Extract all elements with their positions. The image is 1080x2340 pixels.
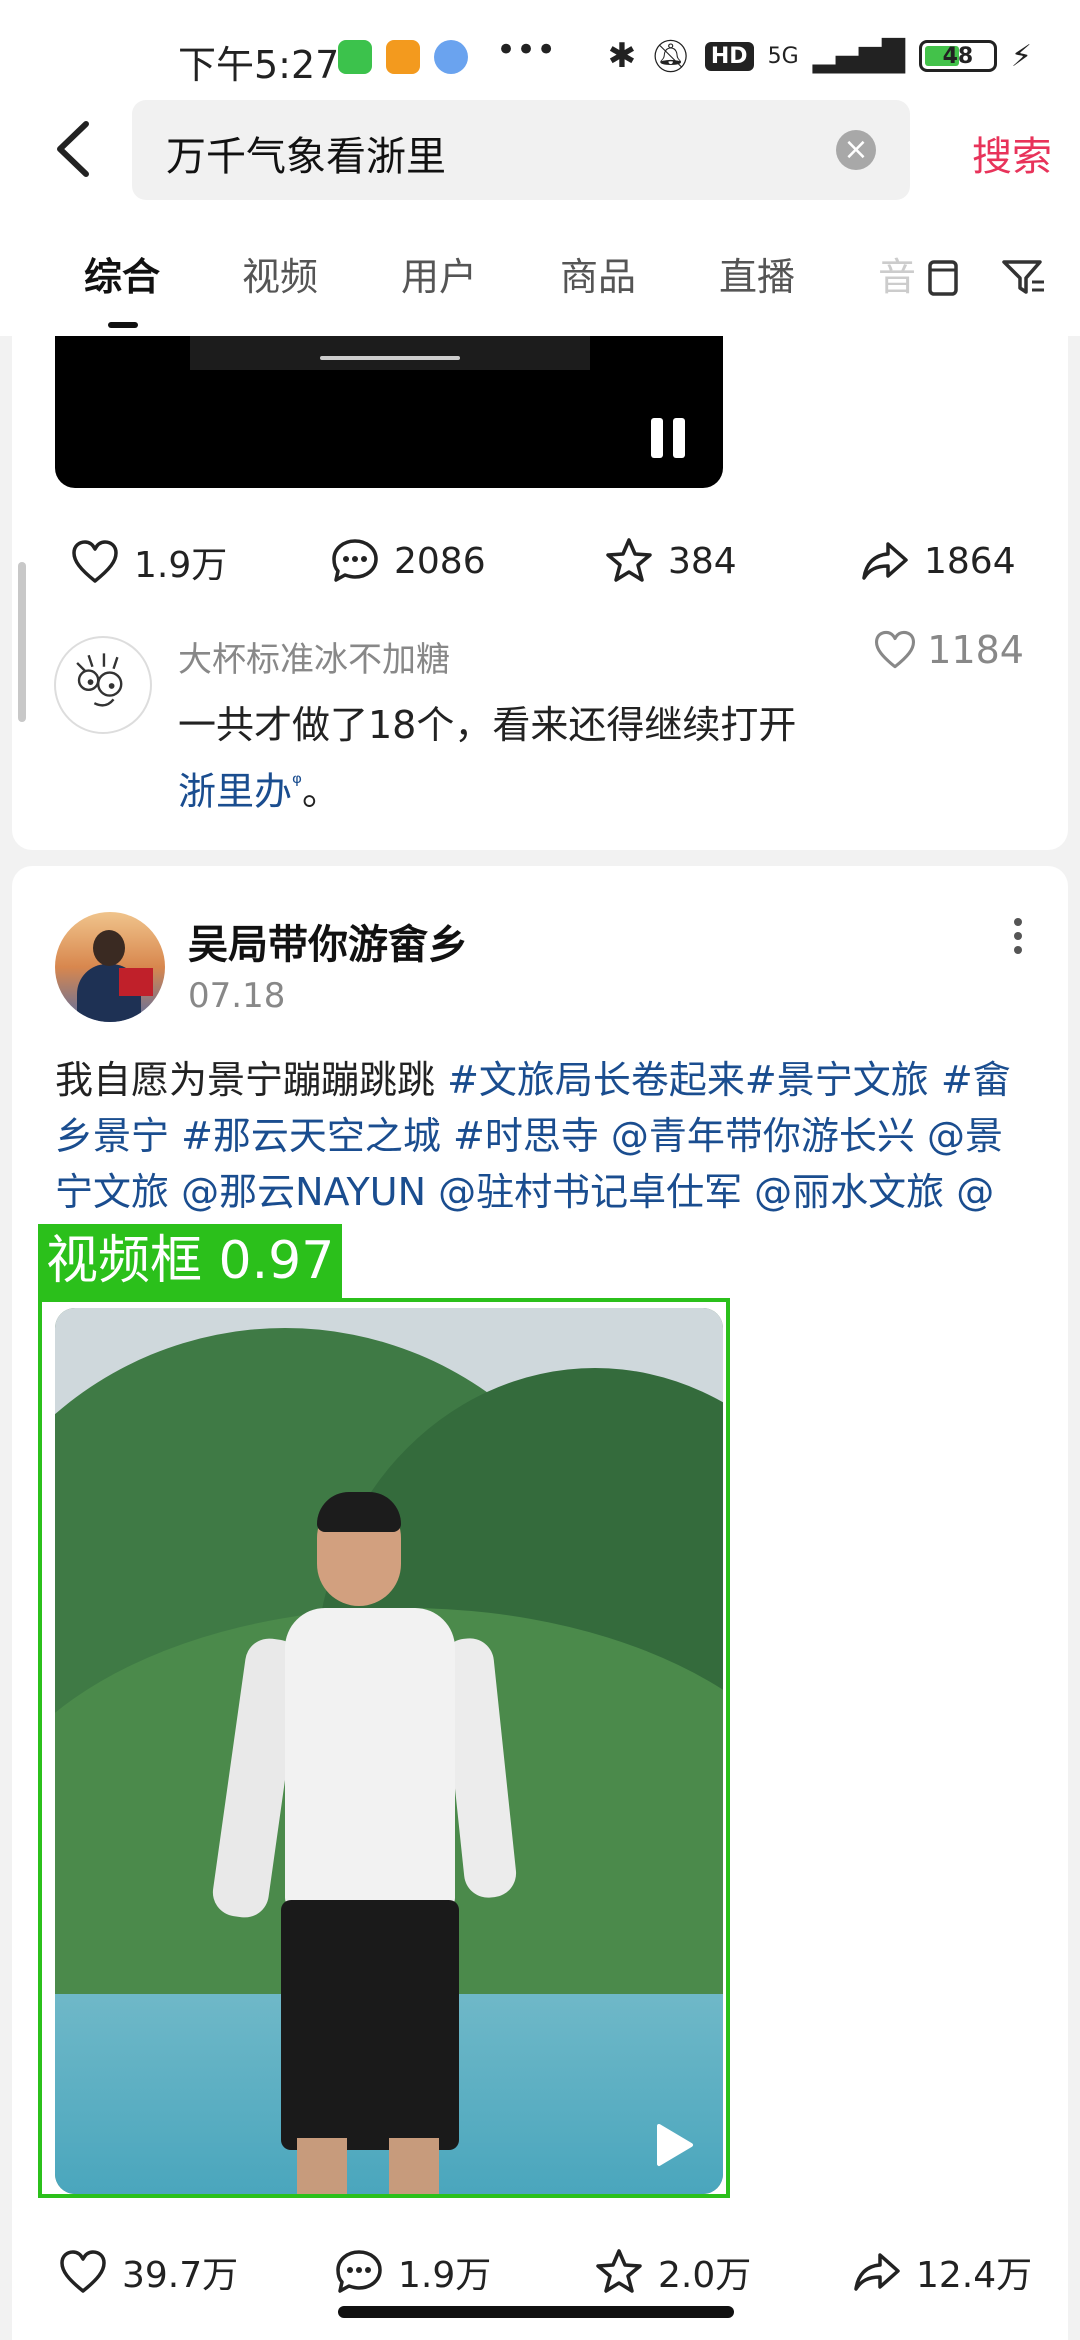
layout-toggle-icon[interactable]: [920, 254, 966, 300]
active-tab-indicator: [108, 322, 138, 328]
share-arrow-icon: [862, 542, 908, 580]
comment-button[interactable]: 1.9万: [334, 2246, 491, 2298]
post-date: 07.18: [188, 976, 286, 1016]
comment-like-button[interactable]: 1184: [873, 628, 1024, 672]
video-player-1[interactable]: [55, 336, 723, 488]
comment-text: 一共才做了18个，看来还得继续打开 浙里办ᵠ。: [178, 696, 1038, 821]
search-button[interactable]: 搜索: [972, 124, 1052, 182]
pause-icon[interactable]: [651, 418, 691, 462]
tab-products[interactable]: 商品: [560, 246, 636, 301]
back-arrow-icon[interactable]: [46, 114, 106, 184]
star-icon: [596, 2249, 642, 2293]
mute-bell-icon: 🔕︎: [650, 37, 691, 75]
commenter-name[interactable]: 大杯标准冰不加糖: [178, 632, 450, 681]
search-small-icon: ᵠ: [292, 769, 302, 797]
comment-icon: [332, 539, 378, 582]
like-button[interactable]: 39.7万: [58, 2246, 238, 2298]
caption-text: 我自愿为景宁蹦蹦跳跳: [55, 1058, 448, 1102]
comment-suffix: 。: [302, 769, 341, 814]
like-button[interactable]: 1.9万: [70, 536, 227, 588]
comment-count: 2086: [394, 540, 486, 582]
battery-level: 48: [942, 43, 974, 69]
comment-like-count: 1184: [927, 628, 1024, 672]
comment-search-link[interactable]: 浙里办: [178, 770, 292, 814]
heart-icon: [72, 540, 118, 583]
tab-comprehensive[interactable]: 综合: [84, 246, 160, 301]
tab-video[interactable]: 视频: [242, 246, 318, 301]
video-detection-label: 视频框 0.97: [38, 1224, 343, 1298]
battery-icon: 48: [918, 40, 997, 72]
status-bar: 下午5:27 ••• ✱ 🔕︎ HD 5G ▂▄▆█ 48 ⚡: [0, 0, 1080, 100]
wechat-icon: [338, 40, 372, 74]
more-options-icon[interactable]: [1012, 918, 1024, 958]
commenter-avatar[interactable]: [54, 636, 152, 734]
like-count: 39.7万: [122, 2255, 239, 2296]
share-count: 12.4万: [916, 2255, 1033, 2296]
status-indicators: ✱ 🔕︎ HD 5G ▂▄▆█ 48 ⚡: [608, 36, 1032, 76]
comment-body: 一共才做了18个，看来还得继续打开: [178, 703, 797, 747]
heart-icon: [875, 630, 916, 669]
tab-music[interactable]: 音: [878, 246, 916, 301]
search-query-text[interactable]: 万千气象看浙里: [166, 124, 446, 182]
network-label: 5G: [767, 43, 799, 69]
tab-users[interactable]: 用户: [401, 246, 477, 301]
comment-count: 1.9万: [398, 2255, 492, 2296]
share-button[interactable]: 12.4万: [852, 2246, 1032, 2298]
result-tabs: 综合 视频 用户 商品 直播 音: [0, 210, 1080, 336]
video-detection-box: [38, 1298, 730, 2198]
favorite-count: 2.0万: [658, 2255, 752, 2296]
post-2-actions: 39.7万 1.9万 2.0万 12.4万: [0, 2240, 1080, 2300]
heart-icon: [60, 2250, 106, 2293]
search-input[interactable]: 万千气象看浙里 ×: [132, 100, 910, 200]
favorite-count: 384: [668, 540, 737, 582]
status-time: 下午5:27: [178, 43, 340, 87]
author-avatar[interactable]: [55, 912, 165, 1022]
more-notifications-icon: •••: [496, 30, 557, 70]
like-count: 1.9万: [134, 545, 228, 586]
comment-icon: [336, 2250, 382, 2293]
58-app-icon: [386, 40, 420, 74]
author-name[interactable]: 吴局带你游畲乡: [188, 912, 468, 970]
tab-live[interactable]: 直播: [719, 246, 795, 301]
filter-icon[interactable]: [1000, 254, 1046, 300]
signal-icon: ▂▄▆█: [812, 38, 905, 74]
favorite-button[interactable]: 2.0万: [594, 2246, 751, 2298]
favorite-button[interactable]: 384: [604, 536, 737, 586]
home-indicator[interactable]: [338, 2306, 734, 2318]
post-1-actions: 1.9万 2086 384 1864: [0, 530, 1080, 590]
star-icon: [606, 538, 652, 582]
cloud-app-icon: [434, 40, 468, 74]
share-button[interactable]: 1864: [860, 536, 1016, 586]
bluetooth-icon: ✱: [607, 36, 637, 76]
share-arrow-icon: [854, 2253, 900, 2291]
comment-button[interactable]: 2086: [330, 536, 486, 586]
share-count: 1864: [924, 540, 1016, 582]
hd-icon: HD: [704, 41, 754, 71]
clear-icon[interactable]: ×: [836, 130, 876, 170]
charging-icon: ⚡: [1010, 38, 1032, 74]
search-header: 万千气象看浙里 × 搜索: [0, 100, 1080, 210]
